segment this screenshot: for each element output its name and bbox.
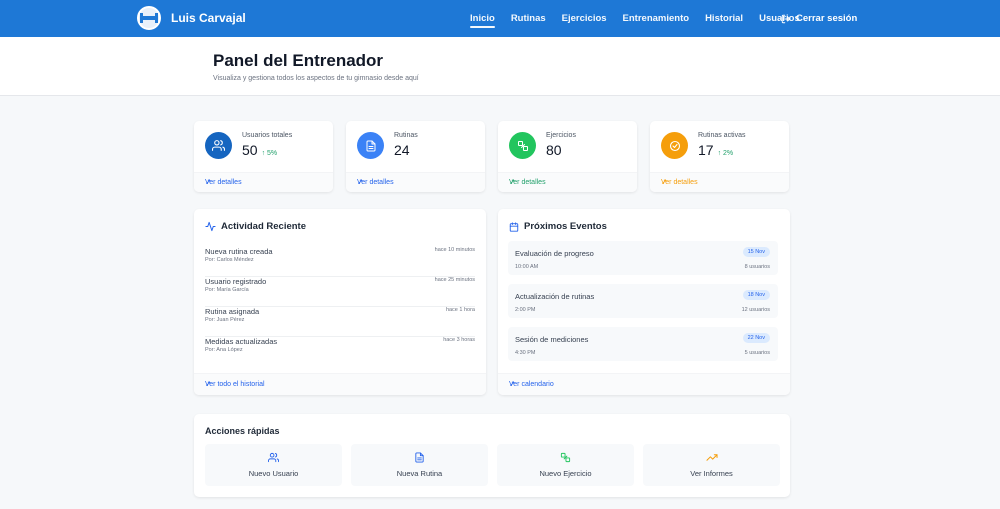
events-footer[interactable]: Ver calendario ↗: [498, 373, 790, 395]
arrow-up-right-icon: ↗: [509, 381, 515, 388]
stat-label: Usuarios totales: [242, 132, 293, 139]
logout-label: Cerrar sesión: [796, 13, 858, 24]
users-icon: [205, 452, 342, 463]
activity-item-title: Usuario registrado: [205, 277, 267, 286]
arrow-up-right-icon: ↗: [509, 179, 515, 186]
activity-item-author: Por: Ana López: [205, 347, 243, 353]
event-users: 8 usuarios: [744, 264, 770, 270]
arrow-up-right-icon: ↗: [205, 179, 211, 186]
quick-action-label: Nueva Rutina: [396, 469, 443, 478]
event-users: 12 usuarios: [741, 307, 770, 313]
stat-value: 24: [394, 142, 410, 158]
stat-value: 80: [546, 142, 562, 158]
stat-card-rutinas: Rutinas 24 Ver detalles ↗: [346, 121, 485, 192]
events-panel: Próximos Eventos Evaluación de progreso …: [498, 209, 790, 395]
exercise-icon: [509, 132, 536, 159]
event-item[interactable]: Sesión de mediciones 4:30 PM 22 Nov 5 us…: [508, 327, 778, 361]
activity-item-title: Rutina asignada: [205, 307, 260, 316]
view-reports-button[interactable]: Ver Informes: [643, 444, 780, 486]
activity-item[interactable]: Nueva rutina creada Por: Carlos Méndez h…: [205, 247, 475, 277]
users-icon: [205, 132, 232, 159]
brand-name[interactable]: Luis Carvajal: [171, 11, 246, 25]
exercise-icon: [497, 452, 634, 463]
stat-label: Rutinas: [394, 132, 418, 139]
stat-footer[interactable]: Ver detalles ↗: [650, 172, 789, 192]
event-time: 4:30 PM: [515, 350, 536, 356]
logout-button[interactable]: Cerrar sesión: [781, 0, 857, 37]
logout-icon: [781, 14, 791, 23]
nav-links: Inicio Rutinas Ejercicios Entrenamiento …: [470, 0, 816, 37]
activity-item-title: Nueva rutina creada: [205, 247, 273, 256]
activity-item-title: Medidas actualizadas: [205, 337, 278, 346]
nav-link-inicio[interactable]: Inicio: [470, 0, 495, 37]
stat-value: 50 ↑ 5%: [242, 142, 278, 158]
new-user-button[interactable]: Nuevo Usuario: [205, 444, 342, 486]
events-title: Próximos Eventos: [509, 221, 607, 232]
stat-value: 17 ↑ 2%: [698, 142, 734, 158]
event-date-badge: 15 Nov: [742, 247, 770, 257]
stat-trend: ↑ 2%: [717, 150, 734, 157]
page-subtitle: Visualiza y gestiona todos los aspectos …: [213, 75, 419, 82]
new-routine-button[interactable]: Nueva Rutina: [351, 444, 488, 486]
document-icon: [351, 452, 488, 463]
arrow-up-right-icon: ↗: [205, 381, 211, 388]
activity-item-time: hace 1 hora: [445, 307, 475, 313]
event-item[interactable]: Evaluación de progreso 10:00 AM 15 Nov 8…: [508, 241, 778, 275]
activity-item-author: Por: María García: [205, 287, 249, 293]
brand-logo[interactable]: [137, 6, 161, 30]
quick-action-label: Ver Informes: [690, 469, 733, 478]
nav-link-ejercicios[interactable]: Ejercicios: [562, 0, 607, 37]
page-title: Panel del Entrenador: [213, 51, 384, 70]
event-users: 5 usuarios: [744, 350, 770, 356]
stat-label: Rutinas activas: [698, 132, 746, 139]
arrow-up-right-icon: ↗: [357, 179, 363, 186]
top-nav: Luis Carvajal Inicio Rutinas Ejercicios …: [0, 0, 1000, 37]
activity-item-time: hace 3 horas: [443, 337, 475, 343]
quick-action-label: Nuevo Ejercicio: [539, 469, 592, 478]
activity-item-author: Por: Juan Pérez: [205, 317, 245, 323]
stat-card-ejercicios: Ejercicios 80 Ver detalles ↗: [498, 121, 637, 192]
event-date-badge: 22 Nov: [742, 333, 770, 343]
stat-label: Ejercicios: [546, 132, 576, 139]
stat-footer[interactable]: Ver detalles ↗: [346, 172, 485, 192]
activity-item[interactable]: Rutina asignada Por: Juan Pérez hace 1 h…: [205, 307, 475, 337]
activity-footer[interactable]: Ver todo el historial ↗: [194, 373, 486, 395]
stat-footer[interactable]: Ver detalles ↗: [498, 172, 637, 192]
event-time: 2:00 PM: [515, 307, 536, 313]
new-exercise-button[interactable]: Nuevo Ejercicio: [497, 444, 634, 486]
activity-item[interactable]: Medidas actualizadas Por: Ana López hace…: [205, 337, 475, 367]
stat-card-rutinas-activas: Rutinas activas 17 ↑ 2% Ver detalles ↗: [650, 121, 789, 192]
activity-item-author: Por: Carlos Méndez: [205, 257, 254, 263]
stat-trend: ↑ 5%: [261, 150, 278, 157]
activity-item-time: hace 25 minutos: [434, 277, 475, 283]
page-header: Panel del Entrenador Visualiza y gestion…: [0, 37, 1000, 96]
event-title: Sesión de mediciones: [515, 335, 589, 344]
nav-link-historial[interactable]: Historial: [705, 0, 743, 37]
check-circle-icon: [661, 132, 688, 159]
event-item[interactable]: Actualización de rutinas 2:00 PM 18 Nov …: [508, 284, 778, 318]
stat-footer[interactable]: Ver detalles ↗: [194, 172, 333, 192]
event-title: Actualización de rutinas: [515, 292, 595, 301]
nav-link-rutinas[interactable]: Rutinas: [511, 0, 546, 37]
nav-link-entrenamiento[interactable]: Entrenamiento: [623, 0, 690, 37]
quick-action-label: Nuevo Usuario: [248, 469, 299, 478]
document-icon: [357, 132, 384, 159]
quick-actions-title: Acciones rápidas: [205, 426, 280, 436]
activity-panel: Actividad Reciente Nueva rutina creada P…: [194, 209, 486, 395]
trending-up-icon: [643, 452, 780, 463]
arrow-up-right-icon: ↗: [661, 179, 667, 186]
calendar-icon: [509, 221, 519, 232]
stat-card-usuarios: Usuarios totales 50 ↑ 5% Ver detalles ↗: [194, 121, 333, 192]
activity-icon: [205, 221, 216, 232]
event-title: Evaluación de progreso: [515, 249, 594, 258]
activity-title: Actividad Reciente: [205, 221, 306, 232]
activity-item-time: hace 10 minutos: [434, 247, 475, 253]
event-time: 10:00 AM: [515, 264, 539, 270]
event-date-badge: 18 Nov: [742, 290, 770, 300]
activity-item[interactable]: Usuario registrado Por: María García hac…: [205, 277, 475, 307]
